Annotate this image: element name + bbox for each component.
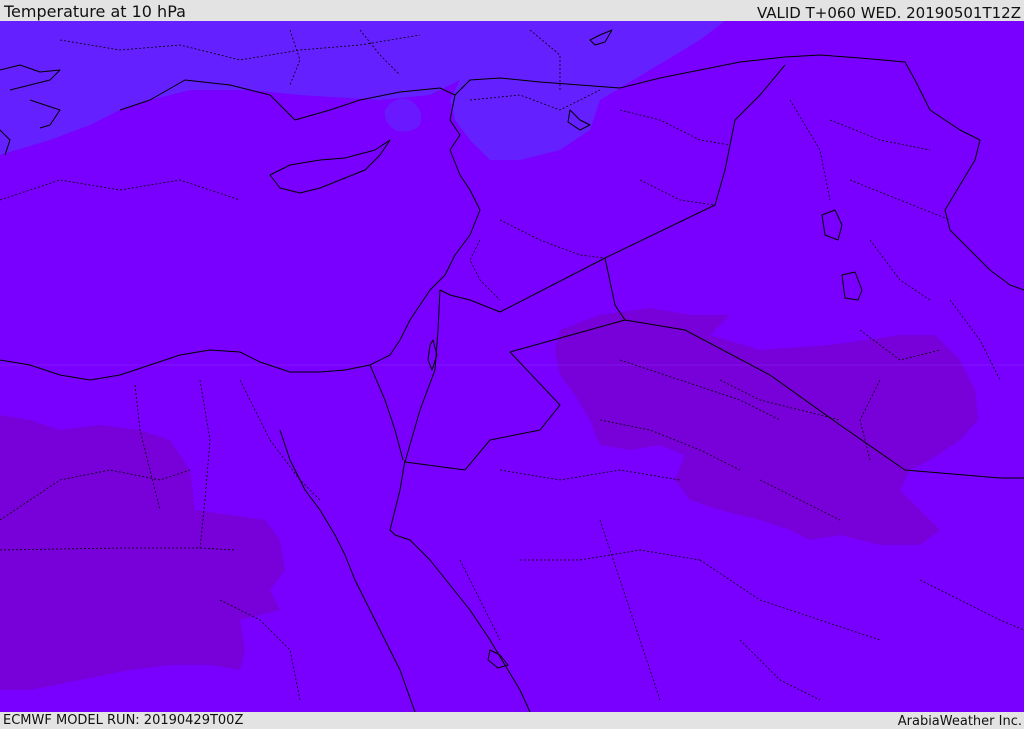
- header-bar: Temperature at 10 hPa VALID T+060 WED. 2…: [0, 0, 1024, 21]
- footer-bar: ECMWF MODEL RUN: 20190429T00Z ArabiaWeat…: [0, 712, 1024, 729]
- credit-label: ArabiaWeather Inc.: [897, 714, 1022, 729]
- temperature-map: [0, 21, 1024, 712]
- model-run: ECMWF MODEL RUN: 20190429T00Z: [3, 713, 244, 728]
- map-title: Temperature at 10 hPa: [4, 2, 186, 21]
- valid-time: VALID T+060 WED. 20190501T12Z: [756, 4, 1021, 22]
